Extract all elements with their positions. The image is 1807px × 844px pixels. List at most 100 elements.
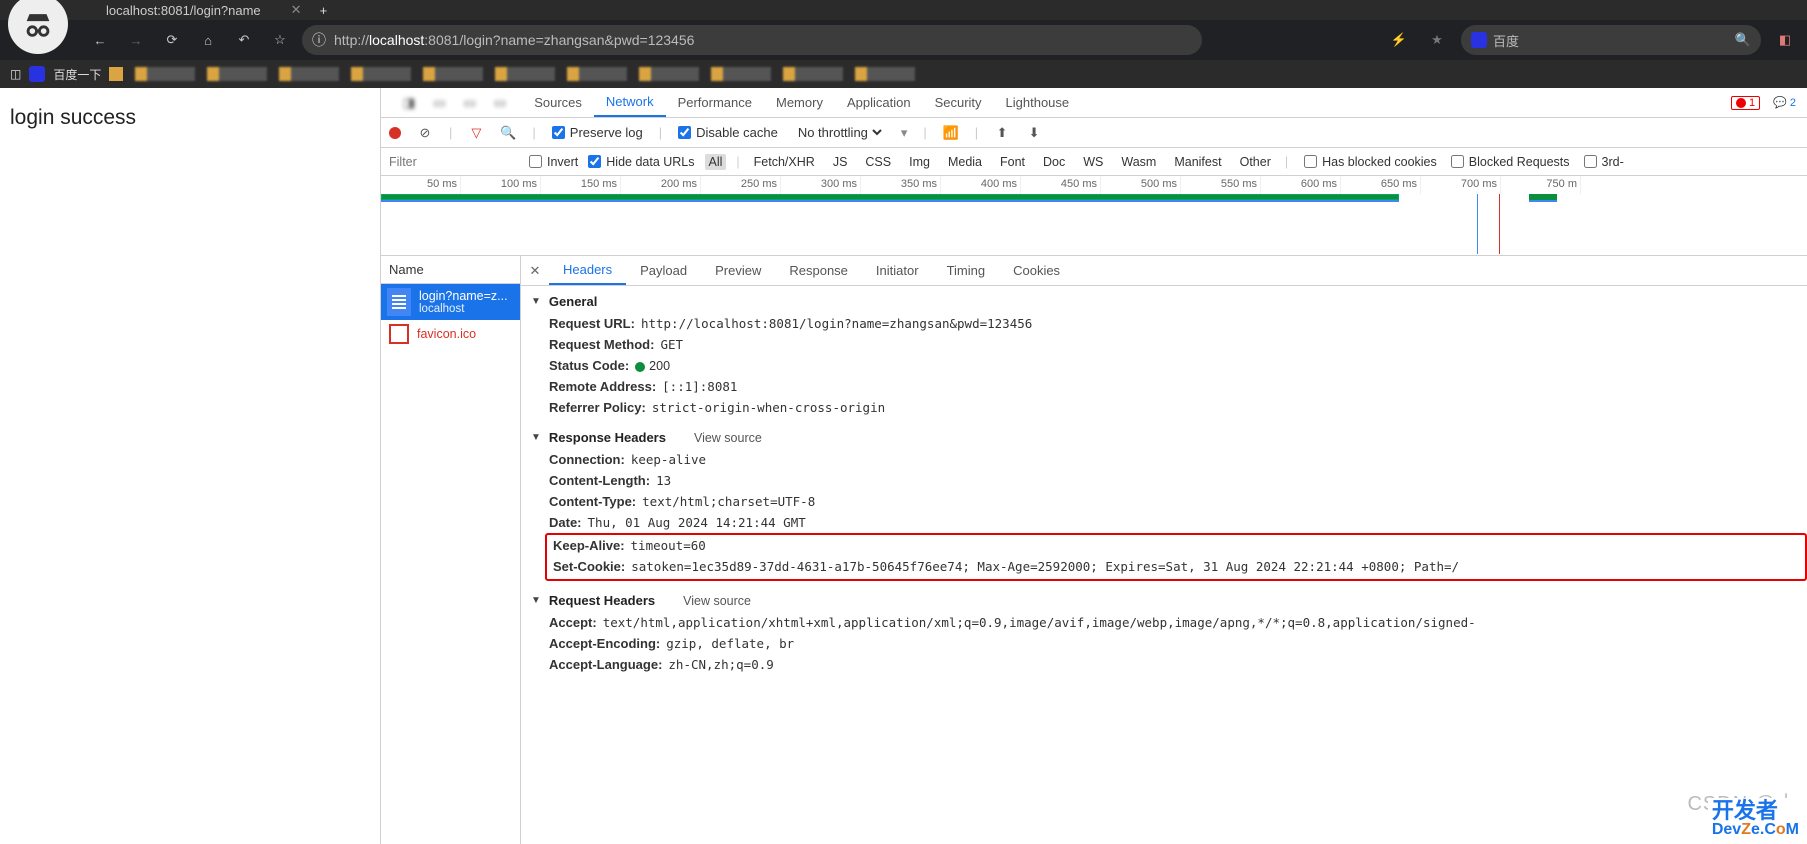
address-bar[interactable]: ⓘ http://localhost:8081/login?name=zhang… — [302, 25, 1202, 55]
tab-network[interactable]: Network — [594, 88, 666, 117]
request-name: login?name=z... — [419, 289, 508, 303]
flash-icon[interactable]: ⚡ — [1385, 26, 1413, 54]
undo-icon[interactable]: ↶ — [230, 26, 258, 54]
devze-watermark: 开发者 DevZe.CoM — [1708, 798, 1803, 840]
request-url-label: Request URL: — [549, 316, 635, 331]
tab-headers[interactable]: Headers — [549, 256, 626, 285]
blocked-cookies-checkbox[interactable]: Has blocked cookies — [1304, 155, 1437, 169]
close-icon[interactable]: ✕ — [521, 263, 549, 279]
disable-cache-checkbox[interactable]: Disable cache — [678, 125, 778, 140]
download-icon[interactable]: ⬇ — [1026, 125, 1042, 141]
favorite-icon[interactable]: ★ — [1423, 26, 1451, 54]
reload-icon[interactable]: ⟳ — [158, 26, 186, 54]
request-detail: ✕ Headers Payload Preview Response Initi… — [521, 256, 1807, 844]
document-icon — [387, 288, 411, 316]
filter-media[interactable]: Media — [944, 154, 986, 170]
referrer-policy-label: Referrer Policy: — [549, 400, 646, 415]
detail-tabs: ✕ Headers Payload Preview Response Initi… — [521, 256, 1807, 286]
filter-input[interactable] — [389, 155, 519, 169]
search-engine-box[interactable]: 百度 🔍 — [1461, 25, 1761, 55]
browser-tab-strip: localhost:8081/login?name ✕ + — [0, 0, 1807, 20]
third-party-checkbox[interactable]: 3rd- — [1584, 155, 1624, 169]
extension-icon[interactable]: ◧ — [1771, 26, 1799, 54]
page-content: login success — [0, 88, 380, 844]
throttling-select[interactable]: No throttling — [794, 124, 885, 141]
back-icon[interactable]: ← — [86, 26, 114, 54]
general-section: ▼General Request URL: http://localhost:80… — [521, 286, 1807, 422]
filter-icon[interactable]: ▽ — [468, 125, 484, 141]
login-success-text: login success — [10, 106, 136, 129]
browser-toolbar: ← → ⟳ ⌂ ↶ ☆ ⓘ http://localhost:8081/logi… — [0, 20, 1807, 60]
baidu-bm-icon — [29, 66, 45, 82]
filter-js[interactable]: JS — [829, 154, 852, 170]
clear-icon[interactable]: ⊘ — [417, 125, 433, 141]
request-method-value: GET — [660, 337, 683, 352]
invert-checkbox[interactable]: Invert — [529, 155, 578, 169]
tab-performance[interactable]: Performance — [666, 88, 764, 117]
remote-address-value: [::1]:8081 — [662, 379, 737, 394]
search-icon[interactable]: 🔍 — [500, 125, 516, 141]
tab-title[interactable]: localhost:8081/login?name — [106, 3, 261, 18]
request-host: localhost — [419, 303, 508, 315]
upload-icon[interactable]: ⬆ — [994, 125, 1010, 141]
preserve-log-checkbox[interactable]: Preserve log — [552, 125, 643, 140]
filter-css[interactable]: CSS — [861, 154, 895, 170]
record-icon[interactable] — [389, 127, 401, 139]
view-source-link[interactable]: View source — [694, 431, 762, 445]
tab-cookies[interactable]: Cookies — [999, 256, 1074, 285]
tab-response[interactable]: Response — [775, 256, 862, 285]
waterfall-timeline[interactable]: 50 ms100 ms150 ms200 ms250 ms300 ms350 m… — [381, 176, 1807, 256]
filter-ws[interactable]: WS — [1079, 154, 1107, 170]
error-badge[interactable]: 1 — [1731, 96, 1760, 110]
forward-icon: → — [122, 26, 150, 54]
tab-memory[interactable]: Memory — [764, 88, 835, 117]
bookmark-baidu[interactable]: 百度一下 — [53, 66, 101, 83]
general-header[interactable]: ▼General — [521, 290, 1807, 313]
info-icon[interactable]: ⓘ — [312, 30, 326, 50]
devtools-tabs: ◨▭▭▭ Sources Network Performance Memory … — [381, 88, 1807, 118]
tab-initiator[interactable]: Initiator — [862, 256, 933, 285]
response-headers-section: ▼Response HeadersView source Connection:… — [521, 422, 1807, 585]
wifi-icon[interactable]: 📶 — [943, 125, 959, 141]
highlighted-headers: Keep-Alive:timeout=60 Set-Cookie:satoken… — [545, 533, 1807, 581]
filter-all[interactable]: All — [705, 154, 727, 170]
request-list: Name login?name=z... localhost favicon.i… — [381, 256, 521, 844]
filter-doc[interactable]: Doc — [1039, 154, 1069, 170]
status-code-label: Status Code: — [549, 358, 629, 373]
sidebar-toggle-icon[interactable]: ◫ — [10, 67, 21, 81]
tab-timing[interactable]: Timing — [933, 256, 1000, 285]
tab-application[interactable]: Application — [835, 88, 923, 117]
filter-font[interactable]: Font — [996, 154, 1029, 170]
search-icon[interactable]: 🔍 — [1735, 32, 1751, 48]
filter-manifest[interactable]: Manifest — [1170, 154, 1225, 170]
hide-data-urls-checkbox[interactable]: Hide data URLs — [588, 155, 694, 169]
request-row-login[interactable]: login?name=z... localhost — [381, 284, 520, 320]
star-icon[interactable]: ☆ — [266, 26, 294, 54]
request-row-favicon[interactable]: favicon.ico — [381, 320, 520, 348]
response-headers-header[interactable]: ▼Response HeadersView source — [521, 426, 1807, 449]
tab-lighthouse[interactable]: Lighthouse — [994, 88, 1082, 117]
url-text: http://localhost:8081/login?name=zhangsa… — [334, 32, 694, 48]
home-icon[interactable]: ⌂ — [194, 26, 222, 54]
message-badge[interactable]: 💬 2 — [1768, 95, 1801, 110]
tab-payload[interactable]: Payload — [626, 256, 701, 285]
filter-row: Invert Hide data URLs All | Fetch/XHR JS… — [381, 148, 1807, 176]
name-column-header[interactable]: Name — [381, 256, 520, 284]
filter-other[interactable]: Other — [1236, 154, 1275, 170]
filter-fetch[interactable]: Fetch/XHR — [750, 154, 819, 170]
filter-img[interactable]: Img — [905, 154, 934, 170]
view-source-link[interactable]: View source — [683, 594, 751, 608]
set-cookie-value: satoken=1ec35d89-37dd-4631-a17b-50645f76… — [631, 559, 1459, 574]
tab-sources[interactable]: Sources — [522, 88, 594, 117]
tab-security[interactable]: Security — [923, 88, 994, 117]
blocked-requests-checkbox[interactable]: Blocked Requests — [1451, 155, 1570, 169]
request-url-value: http://localhost:8081/login?name=zhangsa… — [641, 316, 1032, 331]
network-toolbar: ⊘ | ▽ 🔍 | Preserve log | Disable cache N… — [381, 118, 1807, 148]
request-headers-header[interactable]: ▼Request HeadersView source — [521, 589, 1807, 612]
tab-preview[interactable]: Preview — [701, 256, 775, 285]
search-label: 百度 — [1493, 31, 1519, 50]
bookmark-bar: ◫ 百度一下 — [0, 60, 1807, 88]
filter-wasm[interactable]: Wasm — [1117, 154, 1160, 170]
favicon-icon — [389, 324, 409, 344]
request-name: favicon.ico — [417, 327, 476, 341]
